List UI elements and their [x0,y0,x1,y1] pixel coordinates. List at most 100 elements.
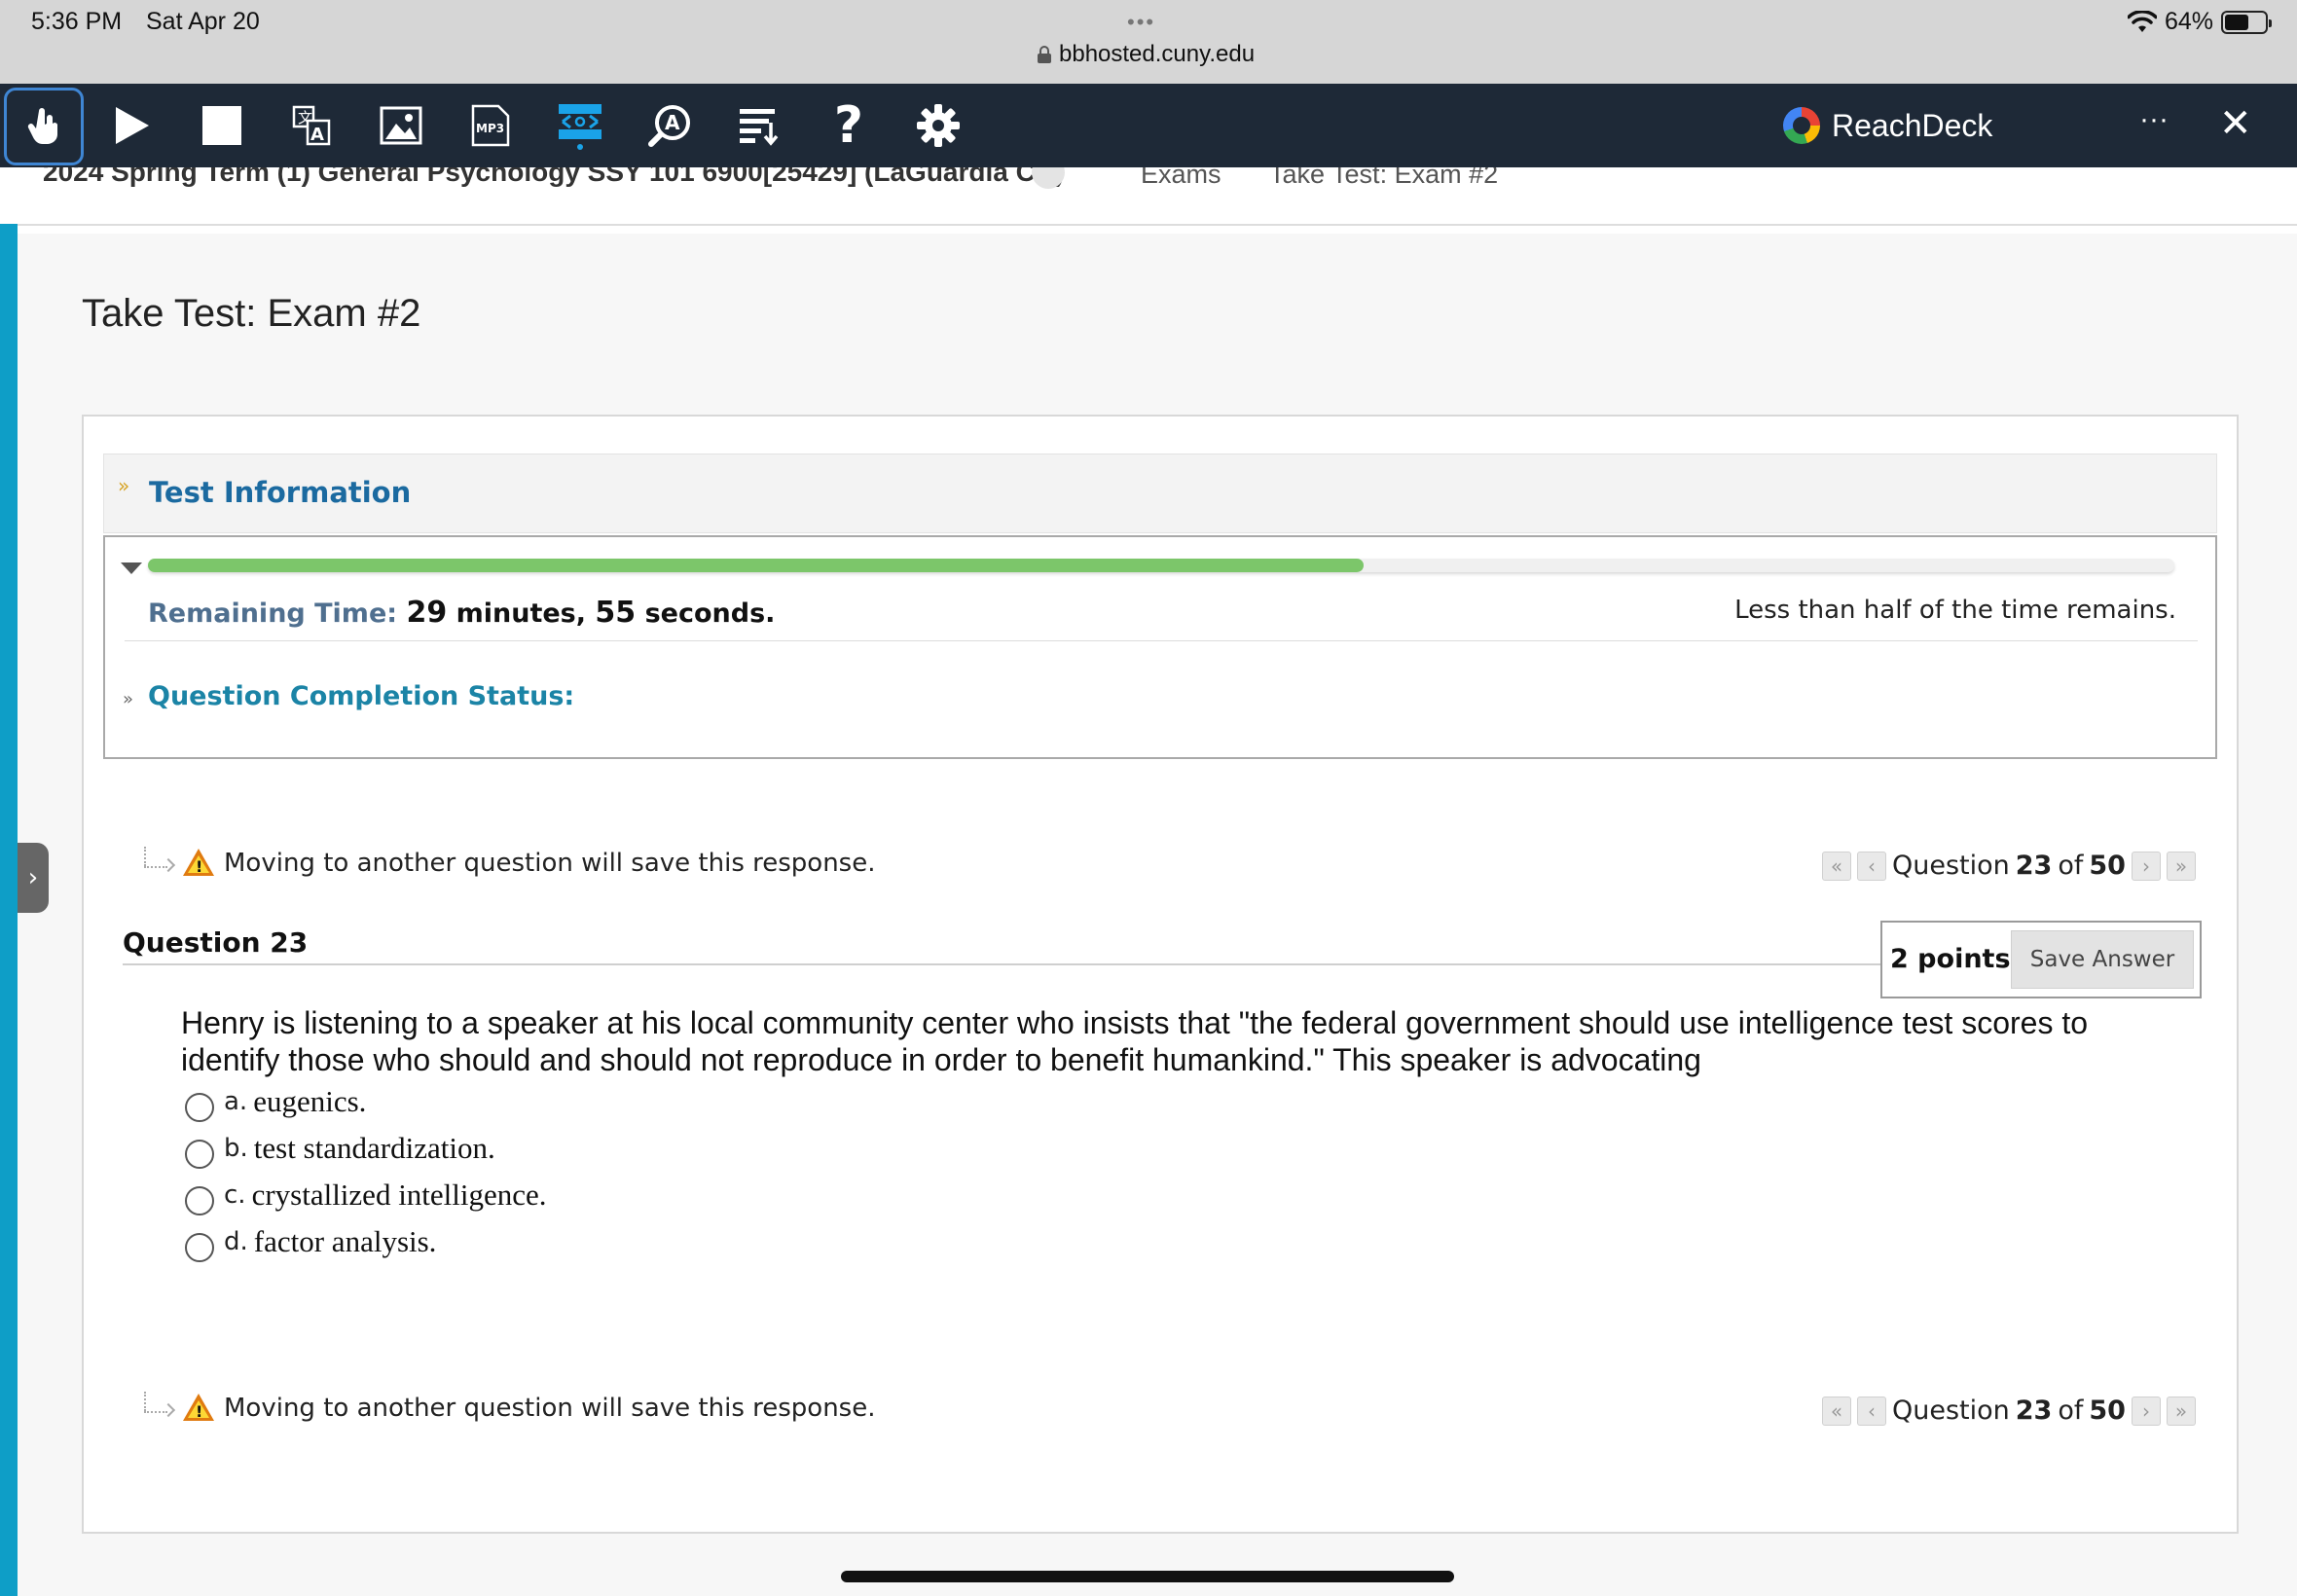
time-progress-bar [148,559,2174,572]
hover-speech-button[interactable] [4,88,84,165]
mp3-button[interactable]: MP3 [452,84,529,167]
answer-radio-d[interactable] [185,1233,214,1262]
home-indicator[interactable] [841,1571,1454,1582]
seconds-word: seconds. [644,598,776,629]
magnifier-button[interactable]: A [631,84,709,167]
svg-text:A: A [310,125,324,145]
stop-button[interactable] [183,84,261,167]
time-progress-fill [148,559,1365,572]
status-indicators: 64% [2127,8,2272,36]
previous-question-button[interactable]: ‹ [1857,1396,1886,1426]
battery-percent: 64% [2164,8,2213,35]
answer-text: test standardization. [253,1131,495,1165]
last-question-button[interactable]: » [2166,1396,2196,1426]
question-navigation-bottom: « ‹ Question 23 of 50 › » [1822,1396,2196,1426]
multitasking-dots[interactable]: ••• [1127,10,1155,35]
play-button[interactable] [93,84,171,167]
expand-chevron-icon: » [123,689,134,709]
test-information-box: Remaining Time: 29 minutes, 55 seconds. … [103,535,2217,759]
picture-dictionary-button[interactable] [362,84,440,167]
lock-icon [1038,46,1051,63]
answer-radio-a[interactable] [185,1093,214,1122]
question-divider [123,963,1880,965]
play-icon [116,107,149,144]
return-arrow-icon [140,847,176,880]
gear-icon [917,104,960,147]
next-question-button[interactable]: › [2131,1396,2161,1426]
settings-button[interactable] [899,84,977,167]
answer-radio-b[interactable] [185,1140,214,1169]
test-information-title: Test Information [149,476,412,509]
translate-button[interactable]: 文 A [273,84,350,167]
collapse-triangle-icon[interactable] [121,562,142,574]
next-question-button[interactable]: › [2131,851,2161,881]
save-notice-bottom: ! Moving to another question will save t… [140,1392,876,1425]
date: Sat Apr 20 [146,8,260,35]
answer-letter: b. [224,1134,248,1163]
warning-icon: ! [183,849,214,878]
answer-option-d[interactable]: d. factor analysis. [185,1218,547,1265]
address-bar[interactable]: bbhosted.cuny.edu [1038,41,1255,68]
first-question-button[interactable]: « [1822,1396,1851,1426]
time-warning-note: Less than half of the time remains. [1734,596,2176,625]
question-nav-prefix: Question [1892,1396,2010,1426]
screen-mask-button[interactable] [541,84,619,167]
text-order-button[interactable] [720,84,798,167]
question-navigation-top: « ‹ Question 23 of 50 › » [1822,851,2196,881]
question-nav-of: of [2058,851,2084,881]
double-chevron-down-icon: » [118,474,130,497]
reachdeck-brand: ReachDeck [1832,107,1993,143]
battery-icon [2221,10,2272,34]
close-toolbar-button[interactable]: ✕ [2219,101,2252,146]
answer-option-c[interactable]: c. crystallized intelligence. [185,1172,547,1218]
course-menu-toggle[interactable]: › [18,843,49,913]
answer-text: eugenics. [253,1084,367,1118]
save-answer-button[interactable]: Save Answer [2011,930,2194,989]
divider [125,640,2198,641]
answer-letter: d. [224,1227,248,1256]
remaining-time: Remaining Time: 29 minutes, 55 seconds. [148,596,775,630]
question-points: 2 points [1890,944,2011,974]
question-title: Question 23 [123,926,309,959]
wifi-icon [2127,10,2157,32]
answer-letter: c. [224,1180,246,1210]
points-box: 2 points Save Answer [1880,921,2202,998]
reachdeck-toolbar: 文 A MP3 A ? ReachDeck ··· ✕ [0,84,2297,167]
save-notice-text: Moving to another question will save thi… [224,849,876,878]
total-questions: 50 [2089,1396,2126,1426]
answer-option-a[interactable]: a. eugenics. [185,1078,547,1125]
question-nav-of: of [2058,1396,2084,1426]
mp3-label: MP3 [476,122,504,135]
answer-text: crystallized intelligence. [251,1178,547,1212]
question-completion-status-toggle[interactable]: Question Completion Status: [148,681,574,711]
help-button[interactable]: ? [810,84,888,167]
last-question-button[interactable]: » [2166,851,2196,881]
first-question-button[interactable]: « [1822,851,1851,881]
reachdeck-ring-icon [1783,107,1820,144]
remaining-seconds: 55 [595,596,637,630]
save-notice-top: ! Moving to another question will save t… [140,847,876,880]
previous-question-button[interactable]: ‹ [1857,851,1886,881]
current-question-number: 23 [2015,1396,2053,1426]
minutes-word: minutes, [456,598,587,629]
more-options-button[interactable]: ··· [2139,103,2169,136]
magnifier-icon: A [648,105,690,147]
warning-icon: ! [183,1394,214,1423]
svg-text:A: A [665,111,680,134]
text-order-icon [740,109,779,146]
help-icon: ? [833,96,864,155]
mp3-icon: MP3 [471,104,510,147]
answer-option-b[interactable]: b. test standardization. [185,1125,547,1172]
reachdeck-logo: ReachDeck [1783,107,1992,144]
remaining-time-label: Remaining Time: [148,598,398,629]
return-arrow-icon [140,1392,176,1425]
answer-radio-c[interactable] [185,1186,214,1215]
chevron-right-icon: › [27,863,39,892]
screen-mask-icon [559,104,602,150]
left-accent-stripe [0,224,18,1596]
ios-status-bar: 5:36 PM Sat Apr 20 ••• bbhosted.cuny.edu… [0,0,2297,84]
answer-options: a. eugenics. b. test standardization. c.… [185,1078,547,1265]
clock: 5:36 PM [31,8,123,35]
save-notice-text: Moving to another question will save thi… [224,1394,876,1423]
test-information-header[interactable]: » Test Information [103,453,2217,533]
